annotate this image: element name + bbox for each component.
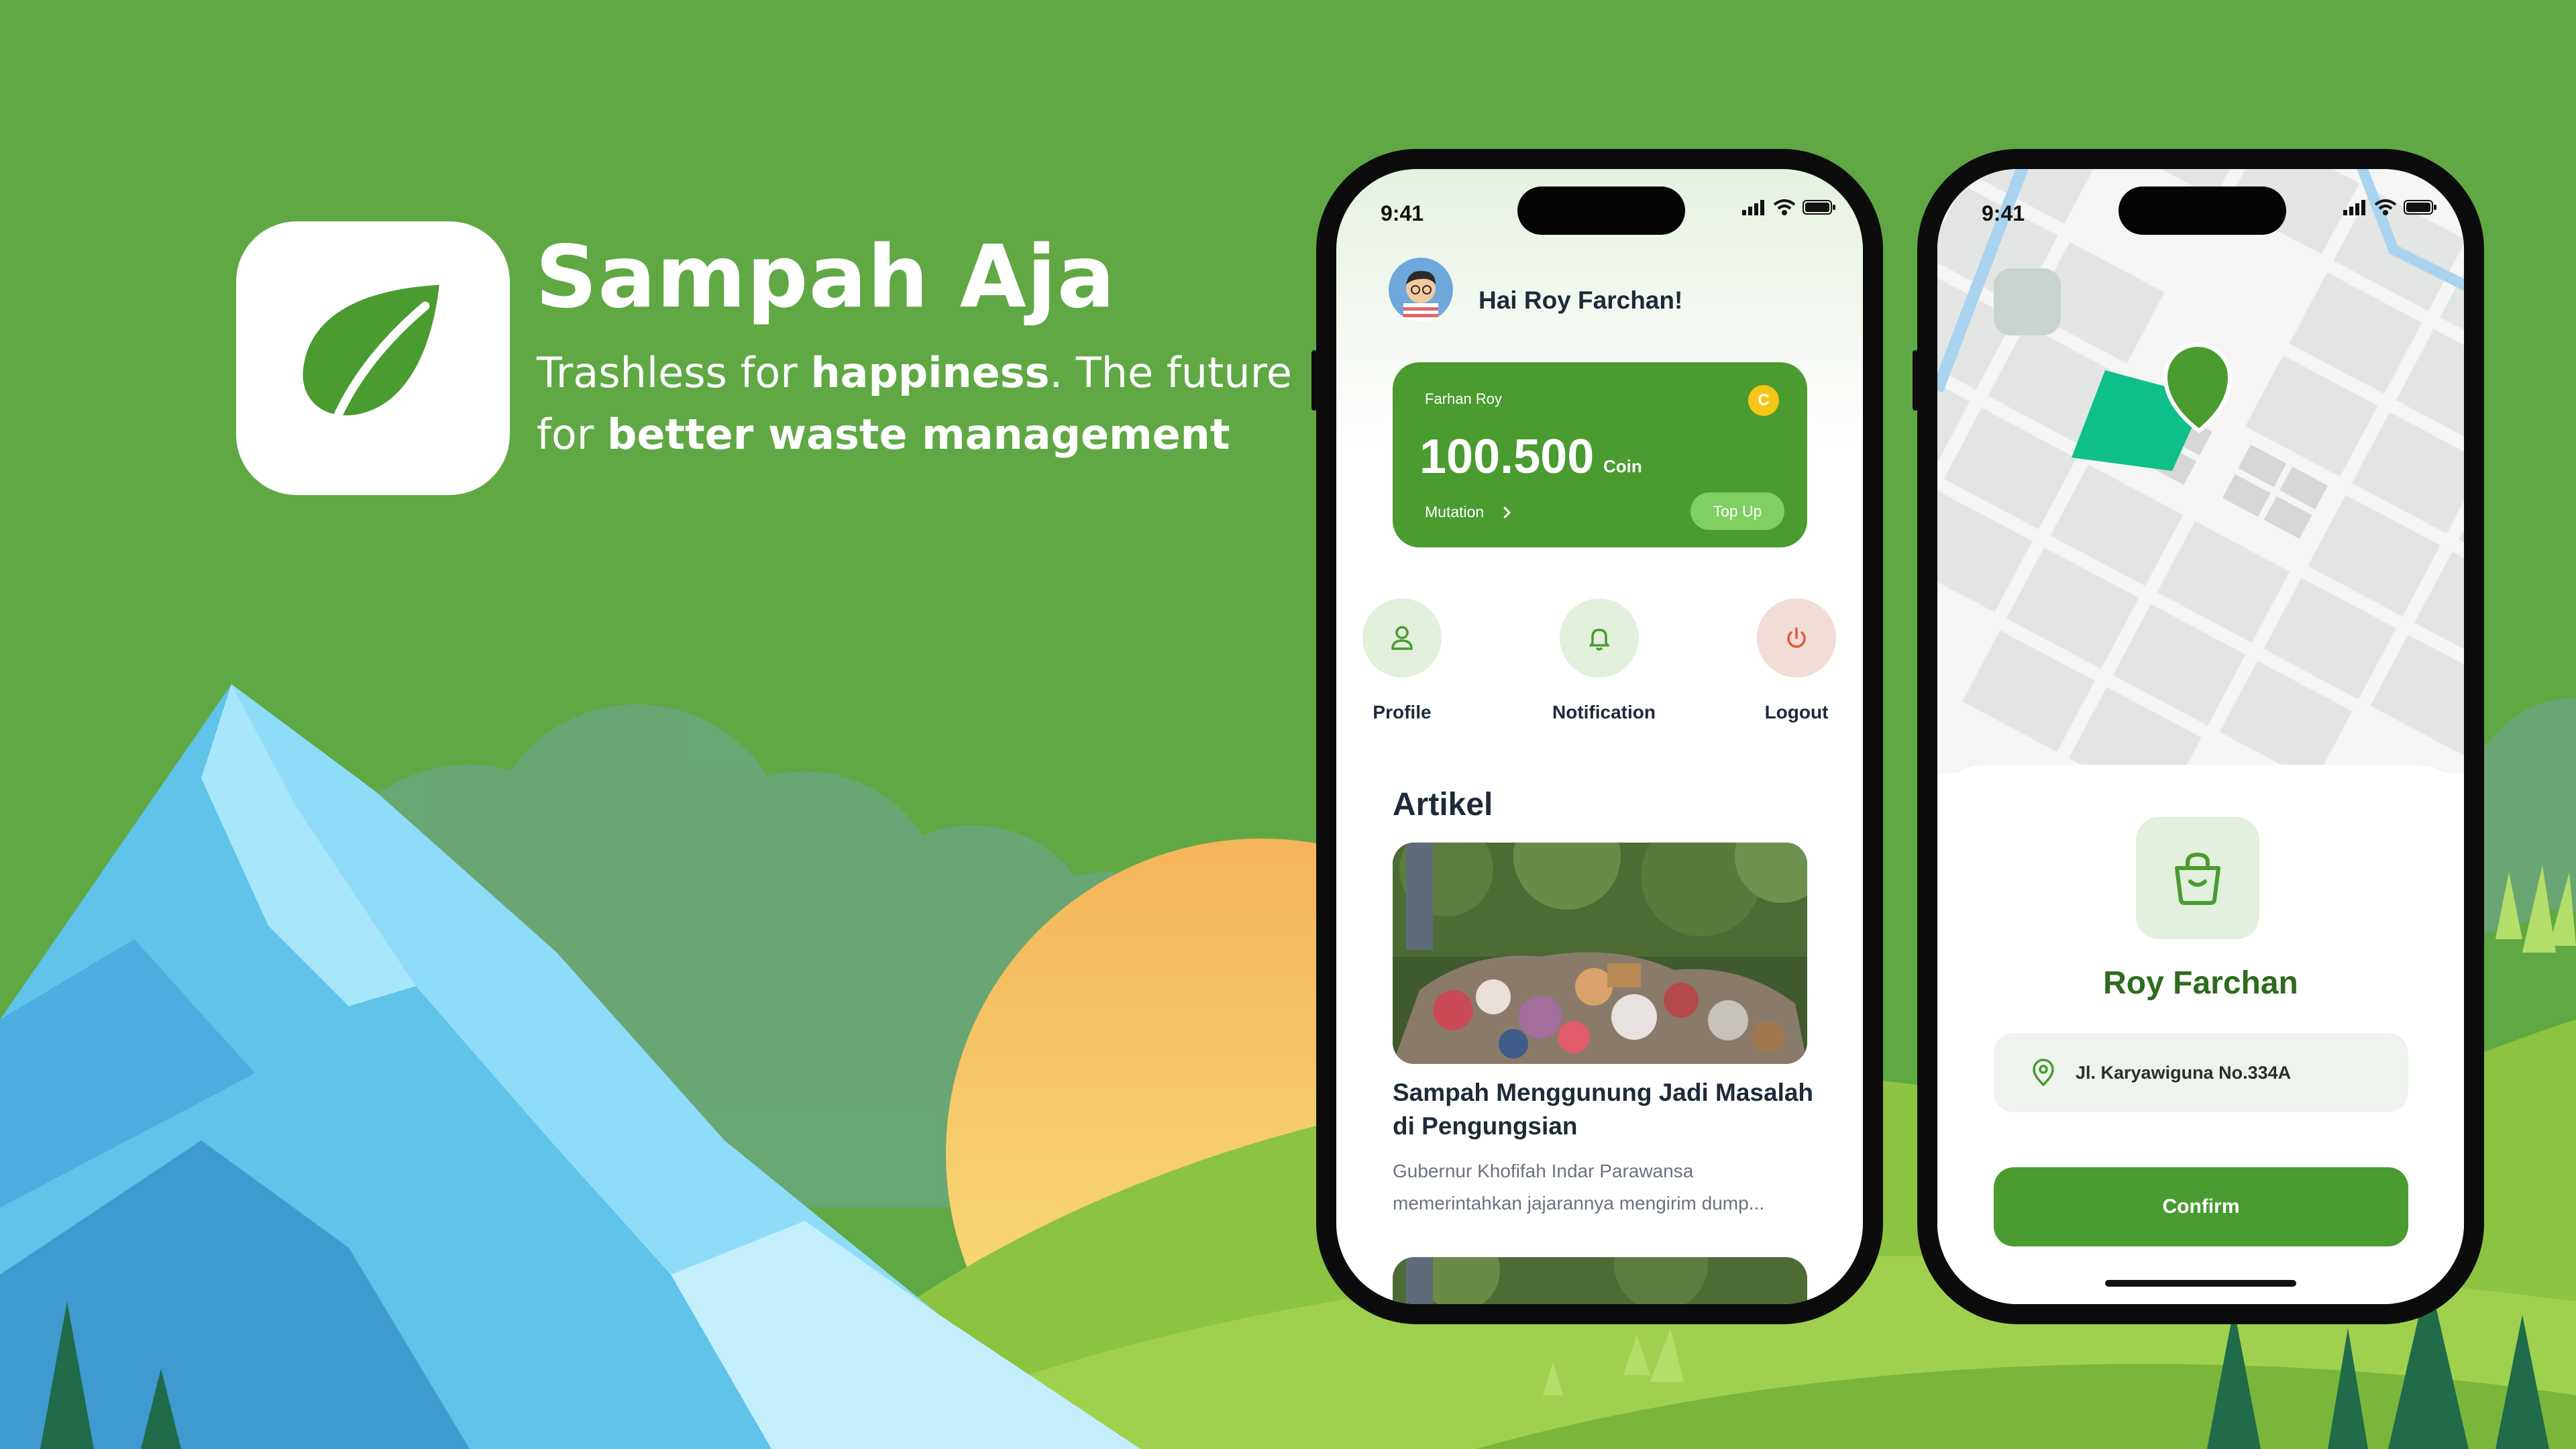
app-tagline: Trashless for happiness. The future for … <box>537 348 1292 459</box>
profile-icon-circle <box>1362 598 1442 678</box>
coin-unit: Coin <box>1603 456 1642 476</box>
wallet-card[interactable]: Farhan Roy C 100.500 Coin Mutation Top U… <box>1393 362 1807 547</box>
signal-icon <box>2343 200 2365 215</box>
article-image[interactable] <box>1393 843 1807 1064</box>
article-description: Gubernur Khofifah Indar Parawansa memeri… <box>1393 1161 1765 1214</box>
article-thumbnail <box>1393 1257 1807 1304</box>
status-icons <box>1742 199 1836 216</box>
status-icons <box>2343 199 2437 216</box>
battery-icon <box>2404 200 2436 215</box>
mutation-label: Mutation <box>1425 503 1485 521</box>
dynamic-island <box>2118 186 2286 235</box>
app-icon <box>236 221 510 495</box>
home-indicator <box>2105 1280 2296 1287</box>
greeting-text: Hai Roy Farchan! <box>1479 286 1683 314</box>
coin-balance: 100.500 <box>1419 430 1595 484</box>
promo-canvas: Sampah Aja Trashless for happiness. The … <box>0 0 2576 1449</box>
confirm-button[interactable]: Confirm <box>1994 1167 2408 1246</box>
article-image-next[interactable] <box>1393 1257 1807 1304</box>
leaf-icon <box>303 284 439 436</box>
quick-action-label: Profile <box>1373 702 1432 722</box>
wifi-icon <box>2374 199 2397 215</box>
signal-icon <box>1742 200 1764 215</box>
mutation-link[interactable]: Mutation <box>1425 503 1512 521</box>
wallet-owner-name: Farhan Roy <box>1425 390 1502 407</box>
top-up-button[interactable]: Top Up <box>1690 492 1784 530</box>
dynamic-island <box>1517 186 1685 235</box>
user-name: Roy Farchan <box>2103 965 2298 1001</box>
phone-pickup-mockup: 9:41 Roy Farchan Jl. Karyawiguna No.334A… <box>1913 149 2484 1324</box>
battery-icon <box>1803 200 1835 215</box>
phone-home-mockup: 9:41 Hai Roy Farchan! Farhan Roy C 100.5… <box>1311 149 1883 1324</box>
address-field[interactable]: Jl. Karyawiguna No.334A <box>1994 1033 2408 1112</box>
home-screen: 9:41 Hai Roy Farchan! Farhan Roy C 100.5… <box>1336 169 1863 1304</box>
pickup-screen: 9:41 Roy Farchan Jl. Karyawiguna No.334A… <box>1937 169 2464 1304</box>
quick-action-label: Notification <box>1552 702 1656 722</box>
bell-icon <box>1589 629 1609 651</box>
logout-icon-circle <box>1757 598 1836 678</box>
app-title: Sampah Aja <box>535 227 1116 327</box>
article-title[interactable]: Sampah Menggunung Jadi Masalah di Pengun… <box>1393 1076 1822 1143</box>
avatar[interactable] <box>1389 258 1453 322</box>
address-text: Jl. Karyawiguna No.334A <box>2076 1062 2292 1083</box>
map-view[interactable] <box>1937 169 2464 773</box>
quick-action-label: Logout <box>1764 702 1829 722</box>
quick-action-profile[interactable]: Profile <box>1355 598 1449 723</box>
wifi-icon <box>1773 199 1796 215</box>
shopping-bag-icon <box>2175 852 2220 905</box>
chevron-right-icon <box>1503 506 1511 518</box>
notification-icon-circle <box>1560 598 1639 678</box>
garbage-pile-photo <box>1393 843 1807 1064</box>
status-time: 9:41 <box>1381 201 1424 225</box>
coin-icon: C <box>1748 385 1779 416</box>
quick-action-notification[interactable]: Notification <box>1552 598 1656 723</box>
quick-action-logout[interactable]: Logout <box>1750 598 1843 723</box>
location-icon <box>2033 1059 2054 1087</box>
map-back-button[interactable] <box>1994 268 2061 335</box>
power-icon <box>1787 627 1806 648</box>
status-time: 9:41 <box>1982 201 2025 225</box>
user-icon <box>1391 626 1413 650</box>
section-title-artikel: Artikel <box>1393 787 1493 822</box>
avatar-image <box>1389 258 1453 322</box>
pickup-bag-card <box>2136 817 2259 939</box>
